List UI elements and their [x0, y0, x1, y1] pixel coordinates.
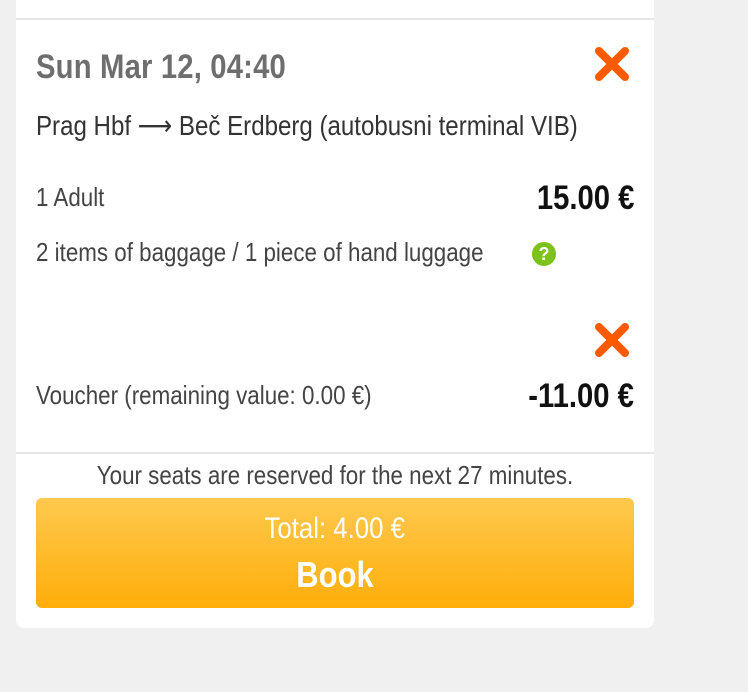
remove-trip-button[interactable] — [592, 44, 632, 84]
close-icon — [595, 323, 629, 357]
booking-summary-card: Sun Mar 12, 04:40 Prag Hbf ⟶ Beč Erdberg… — [16, 0, 654, 628]
book-total-text: Total: 4.00 € — [264, 512, 406, 545]
reservation-timer-text: Your seats are reserved for the next 27 … — [96, 460, 574, 490]
book-label-text: Book — [296, 554, 374, 595]
book-label: Book — [36, 554, 634, 596]
close-icon — [595, 47, 629, 81]
voucher-amount: -11.00 € — [528, 377, 634, 415]
divider — [16, 452, 654, 454]
remove-voucher-button[interactable] — [592, 320, 632, 360]
book-button[interactable]: Total: 4.00 € Book — [36, 498, 634, 608]
voucher-label: Voucher (remaining value: 0.00 €) — [36, 380, 372, 410]
trip-price: 15.00 € — [536, 179, 634, 217]
reservation-timer-note: Your seats are reserved for the next 27 … — [16, 460, 654, 491]
book-total: Total: 4.00 € — [36, 512, 634, 546]
baggage-info: 2 items of baggage / 1 piece of hand lug… — [36, 237, 556, 268]
passenger-count: 1 Adult — [36, 182, 105, 212]
baggage-text: 2 items of baggage / 1 piece of hand lug… — [36, 237, 484, 267]
trip-date-time: Sun Mar 12, 04:40 — [36, 48, 286, 86]
trip-route: Prag Hbf ⟶ Beč Erdberg (autobusni termin… — [36, 110, 578, 141]
divider — [16, 18, 654, 20]
question-icon[interactable]: ? — [532, 242, 556, 266]
